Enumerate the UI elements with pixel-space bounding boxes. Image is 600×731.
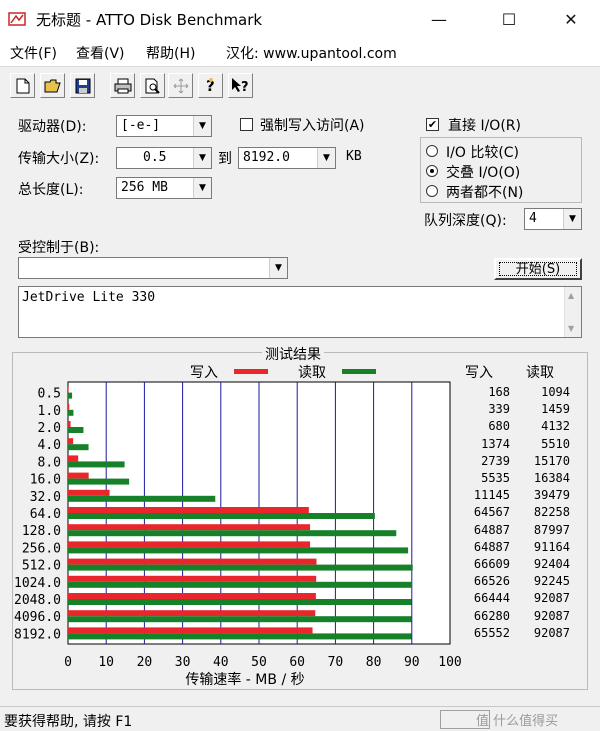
read-bar	[68, 478, 130, 485]
x-tick-label: 30	[175, 655, 191, 670]
y-category-label: 4096.0	[14, 610, 61, 625]
write-bar	[68, 541, 311, 548]
x-tick-label: 10	[98, 655, 114, 670]
y-category-label: 64.0	[30, 507, 61, 522]
write-bar	[68, 507, 309, 513]
write-value: 65552	[473, 625, 510, 640]
write-value: 64567	[473, 505, 510, 520]
write-value: 11145	[473, 488, 510, 503]
write-bar	[68, 403, 70, 410]
read-bar	[68, 530, 397, 537]
benchmark-chart: 0 10 20 30 40 50 60 70 80 90 100 0.5 1.0 2.0 4.0 8.0 16.…	[14, 381, 462, 688]
y-category-label: 8192.0	[14, 627, 61, 642]
read-bar	[68, 495, 216, 502]
write-bar	[68, 610, 316, 617]
y-category-label: 1.0	[38, 404, 61, 419]
read-bar	[68, 599, 412, 605]
y-category-label: 2048.0	[14, 593, 61, 608]
write-bar	[68, 524, 311, 531]
read-bar	[68, 547, 409, 554]
read-value: 82258	[533, 505, 570, 520]
x-tick-label: 50	[251, 655, 267, 670]
read-bar	[68, 581, 413, 588]
x-tick-label: 100	[438, 655, 461, 670]
write-value: 168	[488, 385, 510, 399]
read-value: 16384	[533, 471, 570, 485]
watermark-text: 值 什么值得买	[476, 714, 559, 729]
read-value: 1094	[541, 385, 570, 399]
read-bar	[68, 616, 412, 623]
write-value: 680	[488, 419, 510, 434]
write-bar	[68, 627, 313, 634]
read-value: 92245	[533, 574, 570, 589]
x-tick-label: 40	[213, 655, 229, 670]
write-value: 339	[488, 402, 510, 417]
read-value: 87997	[533, 522, 570, 537]
write-bar	[68, 438, 74, 445]
read-bar	[68, 633, 412, 640]
write-bar	[68, 558, 317, 565]
x-tick-label: 60	[289, 655, 305, 670]
y-category-label: 2.0	[38, 421, 61, 436]
y-category-label: 256.0	[22, 541, 61, 556]
write-value: 2739	[481, 453, 510, 468]
write-value: 66609	[473, 557, 510, 571]
read-value: 15170	[533, 453, 570, 468]
write-value: 5535	[481, 471, 510, 485]
write-value: 1374	[481, 436, 510, 451]
read-bar	[68, 392, 73, 399]
read-bar	[68, 461, 125, 468]
write-value: 66444	[473, 591, 510, 606]
read-value: 91164	[533, 539, 570, 554]
y-category-label: 16.0	[30, 473, 61, 488]
write-value: 64887	[473, 539, 510, 554]
y-category-label: 0.5	[38, 387, 61, 402]
write-value: 66280	[473, 608, 510, 623]
write-value: 64887	[473, 522, 510, 537]
write-bar	[68, 593, 316, 599]
write-bar	[68, 421, 71, 427]
read-bar	[68, 409, 74, 416]
read-value: 92087	[533, 591, 570, 606]
status-text: 要获得帮助, 请按 F1	[4, 714, 133, 730]
y-category-label: 512.0	[22, 559, 61, 574]
write-bar	[68, 575, 317, 582]
write-bar	[68, 489, 110, 496]
write-value: 66526	[473, 574, 510, 589]
write-bar	[68, 472, 89, 479]
x-tick-label: 20	[137, 655, 153, 670]
status-bar: 要获得帮助, 请按 F1 值 什么值得买	[0, 706, 600, 731]
y-category-label: 128.0	[22, 524, 61, 539]
write-bar	[68, 455, 79, 462]
read-value: 5510	[541, 436, 570, 451]
read-value: 4132	[541, 419, 570, 434]
y-category-label: 1024.0	[14, 576, 61, 591]
y-category-label: 32.0	[30, 490, 61, 505]
x-tick-label: 90	[404, 655, 420, 670]
read-bar	[68, 513, 375, 519]
read-value: 92087	[533, 625, 570, 640]
y-category-label: 4.0	[38, 438, 61, 453]
y-category-label: 8.0	[38, 455, 61, 470]
read-bar	[68, 444, 89, 451]
x-axis-label: 传输速率 - MB / 秒	[185, 671, 304, 688]
x-tick-label: 0	[64, 655, 72, 670]
read-value: 1459	[541, 402, 570, 417]
read-value: 39479	[533, 488, 570, 503]
read-value: 92404	[533, 557, 570, 571]
read-value: 92087	[533, 608, 570, 623]
x-tick-label: 80	[366, 655, 382, 670]
read-bar	[68, 427, 84, 433]
write-bar	[68, 386, 69, 393]
read-bar	[68, 564, 413, 571]
x-tick-label: 70	[328, 655, 344, 670]
